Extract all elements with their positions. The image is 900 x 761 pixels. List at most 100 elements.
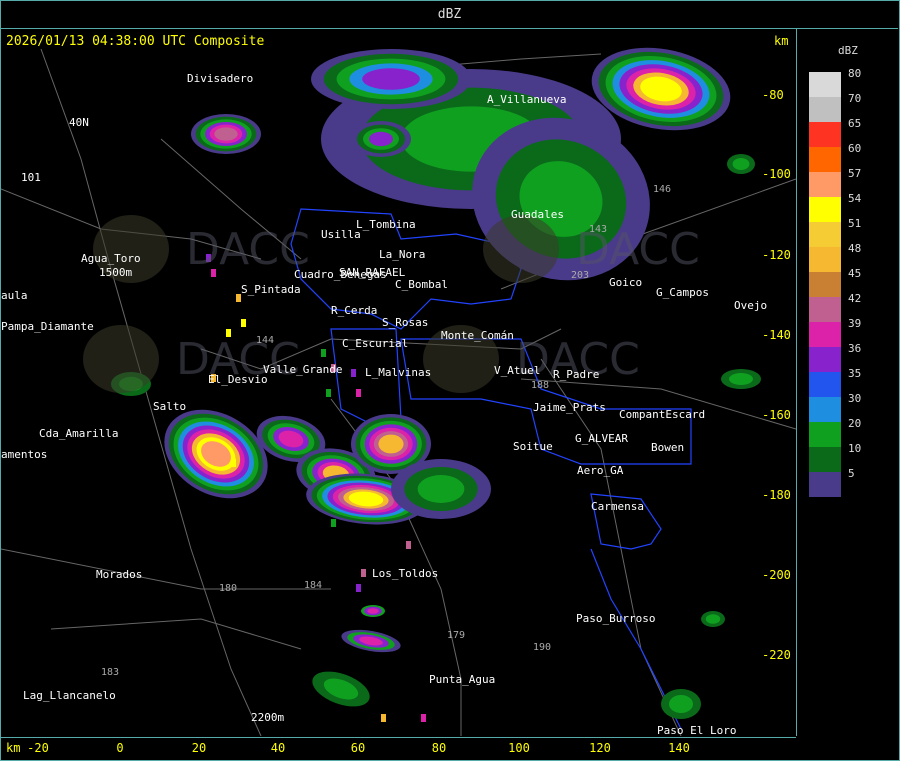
legend-swatch-54 bbox=[809, 197, 841, 222]
route-number: 190 bbox=[533, 642, 552, 653]
echo-pixel bbox=[356, 389, 361, 397]
x-tick-label: 120 bbox=[589, 741, 611, 755]
echo-cell bbox=[378, 434, 404, 454]
place-label: Pampa_Diamante bbox=[1, 320, 94, 333]
place-label: Usilla bbox=[321, 228, 361, 241]
legend-label-45: 45 bbox=[848, 267, 862, 280]
place-label: Aero_GA bbox=[577, 464, 624, 477]
route-number: 203 bbox=[571, 270, 590, 281]
x-tick-label: 140 bbox=[668, 741, 690, 755]
legend-swatch-57 bbox=[809, 172, 841, 197]
x-tick-label: 20 bbox=[191, 741, 207, 755]
legend-swatch-35 bbox=[809, 372, 841, 397]
echo-pixel bbox=[406, 541, 411, 549]
color-legend bbox=[809, 72, 841, 497]
echo-pixel bbox=[241, 319, 246, 327]
legend-swatch-70 bbox=[809, 97, 841, 122]
x-tick-label: 80 bbox=[431, 741, 447, 755]
legend-label-36: 36 bbox=[848, 342, 862, 355]
y-tick-label: -100 bbox=[762, 167, 791, 181]
place-label: V_Atuel bbox=[494, 364, 541, 377]
window-title: dBZ bbox=[437, 7, 462, 22]
place-label: Guadales bbox=[511, 208, 564, 221]
place-label: C_Bombal bbox=[395, 278, 448, 291]
x-axis-unit: km bbox=[6, 741, 21, 755]
legend-swatch-45 bbox=[809, 272, 841, 297]
radar-canvas: DACC DACCDACC DACC bbox=[1, 47, 796, 736]
place-label: Jaime_Prats bbox=[533, 401, 606, 414]
place-label: S_Pintada bbox=[241, 283, 301, 296]
echo-cell bbox=[362, 68, 420, 90]
echo-pixel bbox=[421, 714, 426, 722]
dacc-logo-mark bbox=[483, 215, 559, 283]
echo-cell bbox=[669, 695, 693, 713]
echo-cell bbox=[732, 158, 750, 170]
legend-label-5: 5 bbox=[848, 467, 855, 480]
echo-pixel bbox=[326, 389, 331, 397]
x-tick-label: 100 bbox=[508, 741, 530, 755]
y-tick-label: -140 bbox=[762, 328, 791, 342]
legend-swatch-36 bbox=[809, 347, 841, 372]
place-label: Soitue bbox=[513, 440, 553, 453]
place-label: 40N bbox=[69, 116, 89, 129]
place-label: Lag_Llancanelo bbox=[23, 689, 116, 702]
legend-label-54: 54 bbox=[848, 192, 862, 205]
place-label: Carmensa bbox=[591, 500, 644, 513]
place-label: Agua_Toro bbox=[81, 252, 141, 265]
route-number: 144 bbox=[256, 335, 275, 346]
legend-swatch-80 bbox=[809, 72, 841, 97]
legend-label-35: 35 bbox=[848, 367, 862, 380]
legend-label-48: 48 bbox=[848, 242, 862, 255]
echo-cell bbox=[729, 373, 753, 385]
radar-map[interactable]: DACC DACC DACC DACC Divisadero A_Villanueva 4… bbox=[1, 29, 797, 736]
echo-cell bbox=[369, 131, 393, 147]
route-number: 188 bbox=[531, 380, 550, 391]
place-label: L_Malvinas bbox=[365, 366, 432, 379]
echo-pixel bbox=[356, 584, 361, 592]
place-label: Goico bbox=[609, 276, 643, 289]
echo-pixel bbox=[321, 349, 326, 357]
legend-swatch-42 bbox=[809, 297, 841, 322]
place-label: R_Padre bbox=[553, 368, 600, 381]
y-tick-label: -160 bbox=[762, 408, 791, 422]
echo-pixel bbox=[331, 519, 336, 527]
legend-swatch-60 bbox=[809, 147, 841, 172]
legend-swatch-48 bbox=[809, 247, 841, 272]
echo-cell bbox=[417, 475, 465, 503]
place-label: El_Desvio bbox=[208, 373, 268, 386]
place-label: Valle_Grande bbox=[263, 363, 343, 376]
route-number: 143 bbox=[589, 224, 608, 235]
echo-cell bbox=[367, 608, 379, 614]
x-tick-label: 40 bbox=[270, 741, 286, 755]
legend-label-80: 80 bbox=[848, 67, 862, 80]
route-number: 183 bbox=[101, 667, 120, 678]
legend-swatch-10 bbox=[809, 447, 841, 472]
legend-label-70: 70 bbox=[848, 92, 862, 105]
legend-label-42: 42 bbox=[848, 292, 862, 305]
place-label: Morados bbox=[96, 568, 143, 581]
dacc-logo-text: DACC bbox=[186, 224, 310, 275]
legend-title: dBZ bbox=[838, 44, 858, 57]
legend-label-60: 60 bbox=[848, 142, 862, 155]
x-tick-label: -20 bbox=[27, 741, 49, 755]
place-label: S_Rosas bbox=[382, 316, 429, 329]
place-label: CompantEscard bbox=[619, 408, 706, 421]
place-label: C_Escurial bbox=[342, 337, 409, 350]
place-label: Salto bbox=[153, 400, 187, 413]
place-label: amentos bbox=[1, 448, 48, 461]
legend-swatch-30 bbox=[809, 397, 841, 422]
place-label: Divisadero bbox=[187, 72, 254, 85]
place-label: Punta_Agua bbox=[429, 673, 496, 686]
echo-pixel bbox=[361, 569, 366, 577]
x-tick-label: 0 bbox=[116, 741, 124, 755]
route-number: 184 bbox=[304, 580, 323, 591]
legend-swatch-65 bbox=[809, 122, 841, 147]
route-number: 179 bbox=[447, 630, 466, 641]
echo-pixel bbox=[351, 369, 356, 377]
legend-label-20: 20 bbox=[848, 417, 862, 430]
legend-label-30: 30 bbox=[848, 392, 862, 405]
legend-swatch-39 bbox=[809, 322, 841, 347]
place-label: L_Tombina bbox=[356, 218, 416, 231]
place-label: 2200m bbox=[251, 711, 285, 724]
place-label: Los_Toldos bbox=[372, 567, 439, 580]
